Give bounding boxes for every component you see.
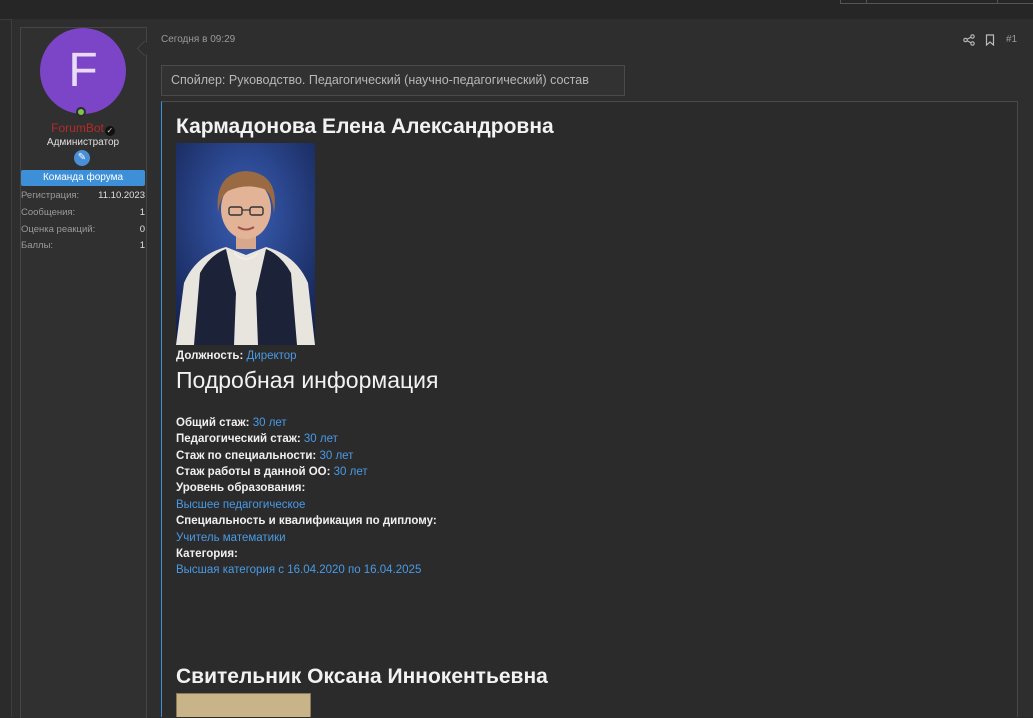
stat-value: 11.10.2023 (98, 190, 145, 201)
verified-icon: ✓ (104, 126, 115, 136)
specialty-value: Учитель математики (176, 530, 286, 546)
field-label: Уровень образования: (176, 482, 306, 494)
share-icon[interactable] (963, 34, 975, 46)
stat-registration: Регистрация: 11.10.2023 (21, 189, 145, 203)
stat-label: Баллы: (21, 240, 54, 251)
person-name: Свительник Оксана Иннокентьевна (176, 665, 548, 688)
field-value: 30 лет (333, 466, 368, 478)
top-bar-segment (840, 0, 867, 4)
top-bar-segment (866, 0, 998, 4)
spoiler-content: Кармадонова Елена Александровна Должност… (161, 101, 1018, 717)
stat-label: Регистрация: (21, 190, 80, 201)
stat-points: Баллы: 1 (21, 239, 145, 253)
field-label: Категория: (176, 548, 238, 560)
avatar[interactable]: F (40, 28, 126, 114)
stat-value[interactable]: 1 (140, 239, 145, 253)
position-field: Должность: Директор (176, 348, 297, 364)
details-heading: Подробная информация (176, 367, 439, 393)
specialty-label: Специальность и квалификация по диплому: (176, 513, 437, 529)
stat-messages: Сообщения: 1 (21, 206, 145, 220)
stat-value[interactable]: 1 (140, 206, 145, 220)
spoiler-toggle-button[interactable]: Спойлер: Руководство. Педагогический (на… (161, 65, 625, 96)
online-status-icon (76, 107, 86, 117)
field-value: Высшая категория с 16.04.2020 по 16.04.2… (176, 564, 422, 576)
username[interactable]: ForumBot ✓ (21, 121, 145, 136)
field-value: Директор (246, 350, 297, 362)
top-bar (0, 0, 1033, 20)
info-field: Педагогический стаж: 30 лет (176, 431, 338, 447)
stat-value: 0 (139, 224, 145, 235)
stat-label: Сообщения: (21, 207, 76, 218)
field-label: Должность: (176, 350, 244, 362)
post-date[interactable]: Сегодня в 09:29 (161, 34, 235, 45)
person-name: Кармадонова Елена Александровна (176, 115, 554, 138)
stat-reactions: Оценка реакций: 0 (21, 223, 145, 237)
stat-label: Оценка реакций: (21, 224, 96, 235)
info-field: Стаж по специальности: 30 лет (176, 448, 353, 464)
person-photo[interactable] (176, 693, 311, 717)
team-badge: Команда форума (21, 170, 145, 186)
username-text[interactable]: ForumBot (51, 121, 104, 135)
info-field: Общий стаж: 30 лет (176, 415, 287, 431)
info-field: Стаж работы в данной ОО: 30 лет (176, 464, 368, 480)
field-value: 30 лет (252, 417, 287, 429)
category-value: Высшая категория с 16.04.2020 по 16.04.2… (176, 562, 421, 578)
field-label: Педагогический стаж: (176, 433, 301, 445)
field-value: Высшее педагогическое (176, 499, 306, 511)
user-role: Администратор (46, 137, 120, 148)
field-label: Специальность и квалификация по диплому: (176, 515, 437, 527)
post-number[interactable]: #1 (1006, 34, 1017, 45)
education-value: Высшее педагогическое (176, 497, 305, 513)
field-value: 30 лет (319, 450, 354, 462)
field-value: Учитель математики (176, 532, 286, 544)
field-label: Стаж по специальности: (176, 450, 317, 462)
bookmark-icon[interactable] (985, 34, 995, 46)
staff-icon: ✎ (74, 150, 90, 166)
person-photo[interactable] (176, 143, 315, 345)
field-label: Общий стаж: (176, 417, 250, 429)
category-label: Категория: (176, 546, 238, 562)
education-label: Уровень образования: (176, 480, 305, 496)
field-label: Стаж работы в данной ОО: (176, 466, 331, 478)
field-value: 30 лет (303, 433, 338, 445)
top-bar-segment (997, 0, 1033, 4)
